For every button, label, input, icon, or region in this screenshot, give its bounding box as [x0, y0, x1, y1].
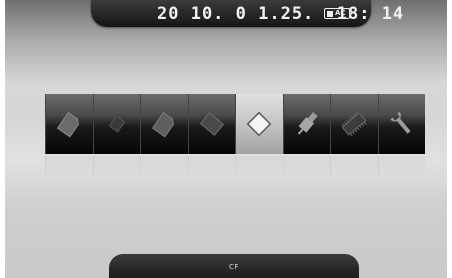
memory-stick-icon: [199, 112, 224, 136]
sd-card-icon: [57, 111, 80, 138]
internal-memory-icon: [341, 111, 367, 137]
media-item-memory-card[interactable]: [92, 94, 140, 154]
status-bar: 20 10. 0 1.25. 18: 14 AC: [91, 0, 403, 27]
media-item-sd-alt[interactable]: [140, 94, 188, 154]
selected-media-label: CF: [229, 263, 239, 271]
memory-card-icon: [108, 115, 125, 133]
cf-card-icon: [246, 111, 272, 137]
media-strip-reflection: [45, 156, 425, 176]
media-item-internal-memory[interactable]: [330, 94, 378, 154]
usb-icon: [297, 112, 318, 135]
media-strip: [45, 94, 425, 154]
selection-bar: CF: [109, 254, 359, 278]
media-item-sd[interactable]: [45, 94, 93, 154]
device-screen: 20 10. 0 1.25. 18: 14 AC CF: [5, 0, 447, 278]
sd-card-alt-icon: [152, 111, 175, 138]
wrench-icon: [390, 111, 411, 134]
media-item-settings[interactable]: [377, 94, 425, 154]
media-item-cf[interactable]: [235, 94, 283, 154]
power-label: AC: [335, 9, 346, 17]
media-item-usb[interactable]: [282, 94, 330, 154]
media-item-memory-stick[interactable]: [187, 94, 235, 154]
datetime-display: 20 10. 0 1.25. 18: 14: [157, 4, 405, 24]
ac-power-icon: AC: [324, 8, 350, 19]
plug-icon: [327, 10, 333, 17]
